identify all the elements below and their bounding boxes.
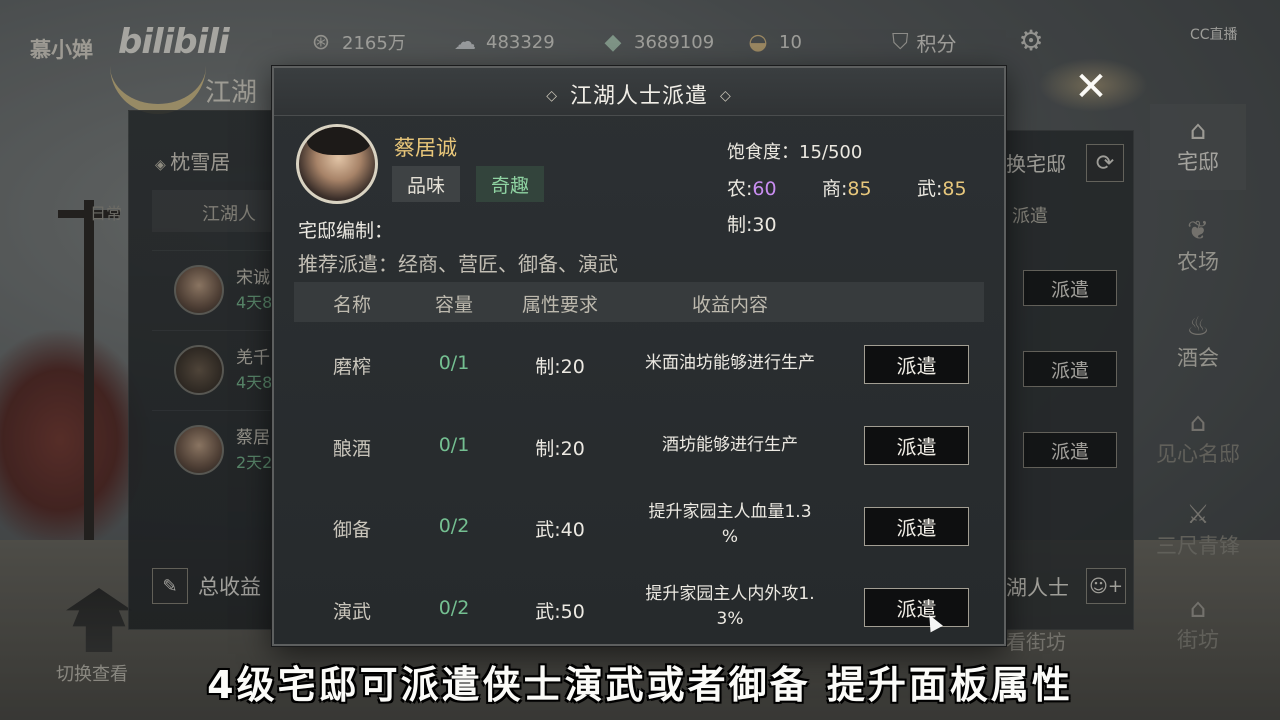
row-capacity: 0/2 (438, 597, 470, 619)
stat-crafting: 制:30 (727, 210, 777, 237)
satiety-stat: 饱食度：15/500 (727, 138, 862, 164)
column-header-capacity: 容量 (434, 294, 473, 316)
stat-value: 60 (752, 178, 777, 200)
stat-value: 85 (942, 178, 967, 200)
column-header-name: 名称 (332, 294, 371, 316)
column-header-benefit: 收益内容 (691, 294, 768, 316)
hero-tag-taste: 品味 (392, 166, 461, 202)
row-benefit: 提升家园主人血量1.3 % (620, 500, 840, 550)
stat-value: 85 (847, 178, 872, 200)
dispatch-button-brew[interactable]: 派遣 (864, 426, 969, 465)
video-subtitle: 4级宅邸可派遣侠士演武或者御备 提升面板属性 (207, 663, 1073, 707)
row-benefit-line: 3% (716, 609, 744, 629)
recommend-text: 推荐派遣：经商、营匠、御备、演武 (298, 252, 618, 276)
satiety-value: 15/500 (799, 142, 863, 163)
stat-commerce: 商:85 (822, 174, 872, 201)
diamond-icon: ◇ (546, 88, 558, 104)
row-benefit: 米面油坊能够进行生产 (645, 353, 815, 373)
modal-title: ◇ 江湖人士派遣 ◇ (274, 78, 1004, 110)
row-name: 磨榨 (332, 356, 371, 378)
row-requirement: 武:40 (535, 519, 585, 541)
stat-label: 商: (822, 178, 848, 200)
row-requirement: 武:50 (535, 601, 585, 623)
row-requirement: 制:20 (535, 438, 585, 460)
row-requirement: 制:20 (535, 356, 585, 378)
row-capacity: 0/1 (438, 352, 470, 374)
row-benefit: 提升家园主人内外攻1. 3% (620, 582, 840, 632)
modal-title-text: 江湖人士派遣 (569, 84, 708, 109)
satiety-label: 饱食度： (727, 142, 799, 163)
dispatch-button-martial[interactable]: 派遣 (864, 588, 969, 627)
stat-label: 农: (727, 178, 753, 200)
hero-tag-quirky: 奇趣 (476, 166, 545, 202)
close-icon[interactable]: ✕ (1068, 64, 1114, 110)
dispatch-button-defense[interactable]: 派遣 (864, 507, 969, 546)
row-name: 演武 (332, 601, 371, 623)
stat-martial: 武:85 (917, 174, 967, 201)
hero-avatar (296, 124, 378, 204)
stat-label: 制: (727, 214, 753, 236)
row-capacity: 0/2 (438, 515, 470, 537)
row-benefit-line: 提升家园主人内外攻1. (645, 584, 815, 604)
hero-name: 蔡居诚 (394, 136, 457, 160)
section-label: 宅邸编制： (298, 220, 394, 242)
row-name: 御备 (332, 519, 371, 541)
column-header-requirement: 属性要求 (521, 294, 598, 316)
row-benefit: 酒坊能够进行生产 (662, 435, 798, 455)
stat-value: 30 (752, 214, 777, 236)
diamond-icon: ◇ (720, 88, 732, 104)
row-benefit-line: % (721, 527, 739, 547)
row-benefit-line: 提升家园主人血量1.3 (648, 502, 812, 522)
dispatch-button-grind[interactable]: 派遣 (864, 345, 969, 384)
stat-farming: 农:60 (727, 174, 777, 201)
row-name: 酿酒 (332, 438, 371, 460)
modal-header: ◇ 江湖人士派遣 ◇ (274, 68, 1004, 116)
row-capacity: 0/1 (438, 434, 470, 456)
stat-label: 武: (917, 178, 943, 200)
